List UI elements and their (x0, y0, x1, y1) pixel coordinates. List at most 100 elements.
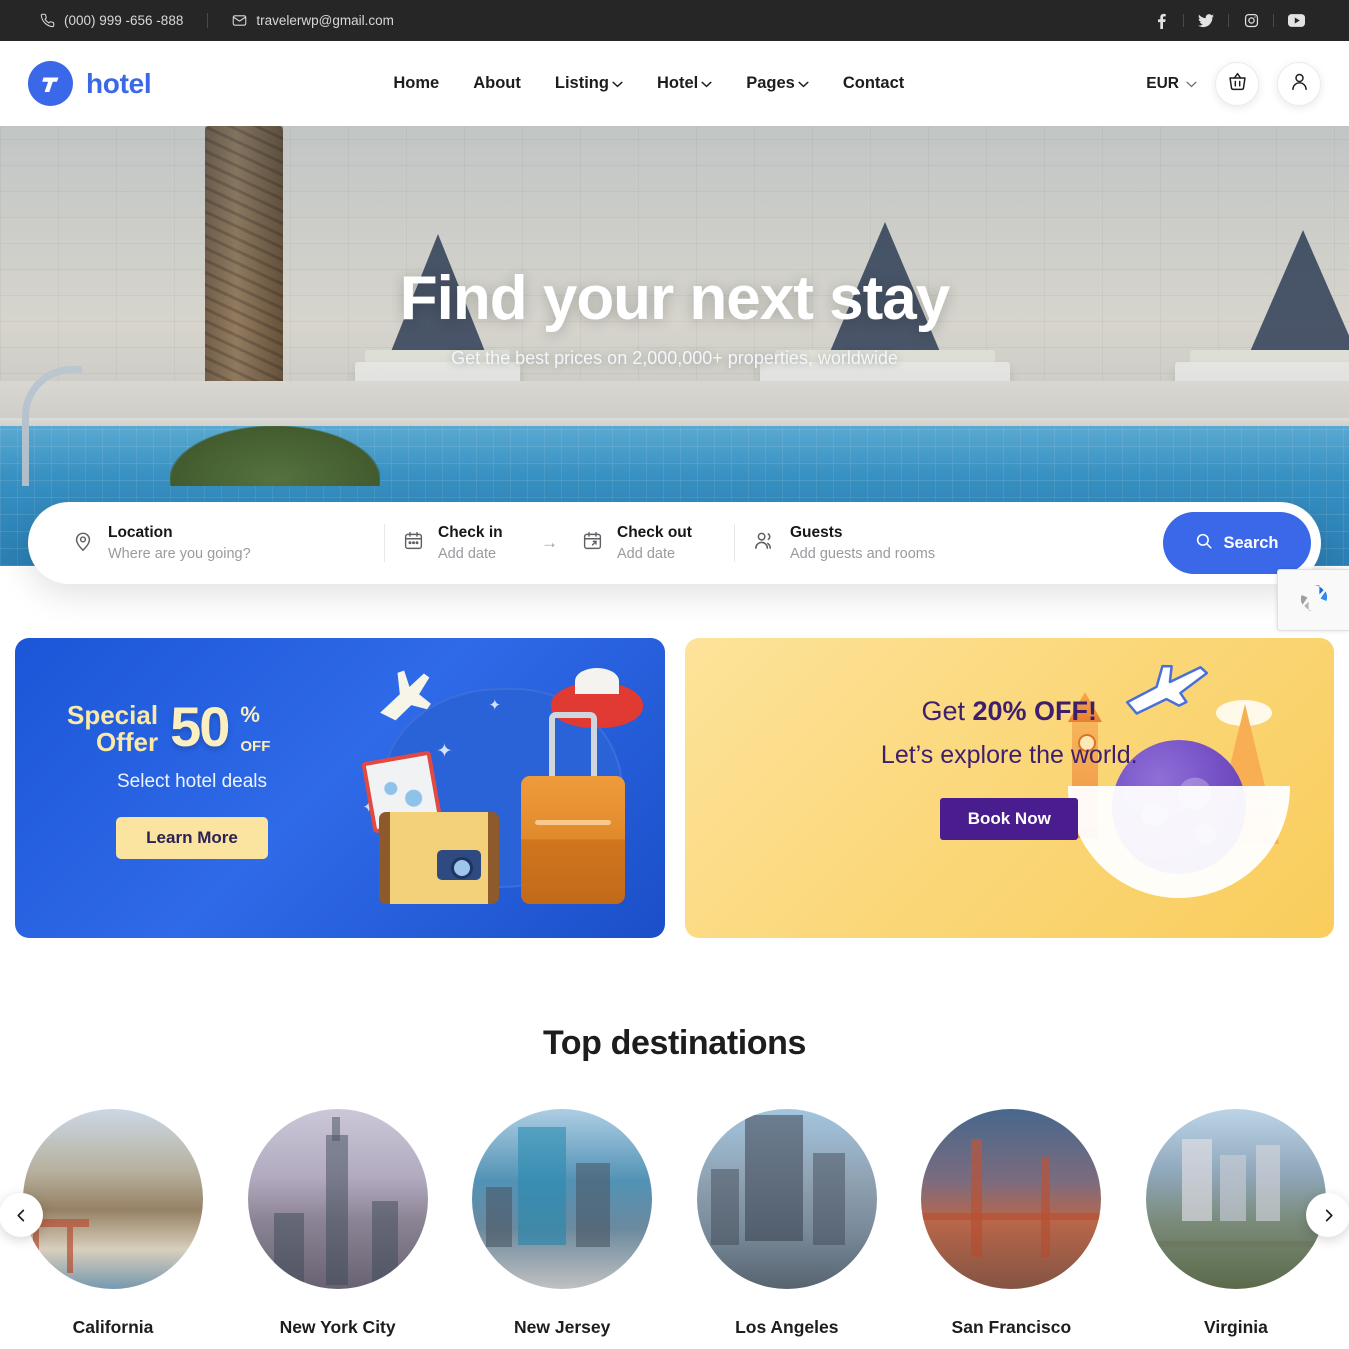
nav-item-listing[interactable]: Listing (555, 74, 623, 93)
cart-button[interactable] (1215, 61, 1259, 106)
currency-label: EUR (1146, 74, 1179, 92)
instagram-icon[interactable] (1238, 13, 1264, 28)
promo-right-prefix: Get (921, 696, 973, 726)
twitter-icon[interactable] (1193, 13, 1219, 28)
mail-icon (232, 13, 247, 28)
image-overlay (23, 1109, 203, 1289)
chevron-left-icon (16, 1209, 24, 1221)
social-divider (1273, 14, 1274, 27)
destinations-list: California New York City New Jersey Los … (20, 1109, 1329, 1338)
top-bar: (000) 999 -656 -888 travelerwp@gmail.com (0, 0, 1349, 41)
luggage-illustration: ✦ ✦ ✦ ✦ (360, 666, 643, 916)
checkout-value[interactable]: Add date (617, 546, 692, 562)
header-actions: EUR (1146, 61, 1321, 106)
promo-special-offer[interactable]: ✦ ✦ ✦ ✦ Special Offer 50 % OFF (15, 638, 665, 938)
destinations-title: Top destinations (542, 1024, 807, 1062)
checkin-field[interactable]: Check in Add date (385, 524, 535, 562)
recaptcha-icon (1295, 579, 1333, 622)
search-bar: Location Where are you going? Check in A… (28, 502, 1321, 584)
destination-card-los-angeles[interactable]: Los Angeles (694, 1109, 880, 1338)
promo-explore-world[interactable]: Get 20% OFF! Let’s explore the world. Bo… (684, 638, 1335, 938)
carousel-prev-button[interactable] (0, 1193, 43, 1237)
account-button[interactable] (1277, 61, 1321, 106)
nav-item-about[interactable]: About (473, 74, 521, 93)
image-overlay (696, 1109, 877, 1289)
destination-image (247, 1109, 428, 1289)
topbar-divider (207, 13, 209, 28)
site-header: hotel Home About Listing Hotel Pages Con… (0, 41, 1349, 126)
chevron-down-icon (1186, 75, 1197, 93)
phone-number: (000) 999 -656 -888 (64, 13, 184, 28)
calendar-icon (403, 530, 424, 556)
learn-more-button[interactable]: Learn More (116, 816, 268, 859)
promo-left-headline: Special Offer 50 % OFF (67, 695, 317, 758)
carousel-next-button[interactable] (1306, 1193, 1349, 1237)
destination-card-new-jersey[interactable]: New Jersey (469, 1109, 655, 1338)
promo-left-line2: Offer (95, 727, 159, 758)
email-item[interactable]: travelerwp@gmail.com (232, 13, 394, 28)
destination-card-san-francisco[interactable]: San Francisco (918, 1109, 1104, 1338)
basket-icon (1227, 71, 1248, 97)
nav-label: Home (393, 74, 440, 92)
arrow-right-icon: → (541, 533, 558, 552)
checkout-field[interactable]: Check out Add date (564, 524, 734, 562)
promo-right-headline: Get 20% OFF! (685, 696, 1335, 727)
destinations-carousel: California New York City New Jersey Los … (0, 1109, 1349, 1338)
checkout-label: Check out (617, 524, 692, 541)
hero-subtitle: Get the best prices on 2,000,000+ proper… (451, 348, 898, 368)
destination-card-california[interactable]: California (20, 1109, 206, 1338)
nav-item-home[interactable]: Home (393, 74, 439, 93)
facebook-icon[interactable] (1148, 13, 1174, 29)
book-now-button[interactable]: Book Now (940, 798, 1079, 840)
image-overlay (921, 1109, 1102, 1289)
brand-name: hotel (86, 67, 152, 99)
youtube-icon[interactable] (1283, 14, 1309, 27)
checkin-value[interactable]: Add date (438, 546, 503, 562)
destination-name: Virginia (1204, 1317, 1268, 1337)
guests-field[interactable]: Guests Add guests and rooms (735, 524, 1163, 562)
social-divider (1183, 14, 1184, 27)
calendar-icon (582, 530, 603, 556)
destination-image (472, 1109, 653, 1289)
search-icon (1195, 532, 1213, 555)
hero-title: Find your next stay (399, 264, 950, 333)
nav-item-hotel[interactable]: Hotel (657, 74, 712, 93)
suitcase-handle (548, 712, 597, 776)
destination-name: Los Angeles (735, 1317, 839, 1337)
image-overlay (247, 1109, 428, 1289)
destination-image (23, 1109, 203, 1289)
nav-label: Listing (554, 74, 609, 92)
destination-image (1145, 1109, 1326, 1289)
location-input[interactable]: Where are you going? (108, 546, 251, 562)
promo-left-percent: % (240, 702, 260, 727)
destination-name: New York City (279, 1317, 396, 1337)
chevron-down-icon (798, 74, 809, 93)
promo-left-percent-group: % OFF (240, 702, 270, 755)
nav-item-pages[interactable]: Pages (746, 74, 809, 93)
brand-logo[interactable]: hotel (28, 61, 152, 106)
logo-mark-icon (28, 61, 73, 106)
email-address: travelerwp@gmail.com (256, 13, 394, 28)
promo-left-amount: 50 (170, 695, 230, 758)
guests-icon (753, 529, 776, 557)
large-suitcase (520, 776, 625, 904)
sparkle-icon: ✦ (488, 697, 502, 714)
destination-card-virginia[interactable]: Virginia (1143, 1109, 1329, 1338)
hero-section: Find your next stay Get the best prices … (0, 126, 1349, 566)
destinations-header: Top destinations (0, 938, 1349, 1063)
phone-item[interactable]: (000) 999 -656 -888 (40, 13, 183, 28)
chevron-right-icon (1325, 1209, 1333, 1221)
guests-value[interactable]: Add guests and rooms (790, 546, 935, 562)
destination-image (696, 1109, 877, 1289)
phone-icon (40, 13, 55, 28)
recaptcha-badge[interactable] (1277, 569, 1349, 631)
currency-selector[interactable]: EUR (1146, 75, 1197, 93)
nav-label: Pages (746, 74, 795, 92)
nav-label: Contact (842, 74, 905, 92)
sparkle-icon: ✦ (436, 741, 453, 762)
search-button[interactable]: Search (1163, 512, 1311, 574)
image-overlay (472, 1109, 653, 1289)
destination-card-new-york-city[interactable]: New York City (245, 1109, 431, 1338)
nav-item-contact[interactable]: Contact (843, 74, 904, 93)
location-field[interactable]: Location Where are you going? (54, 524, 384, 562)
